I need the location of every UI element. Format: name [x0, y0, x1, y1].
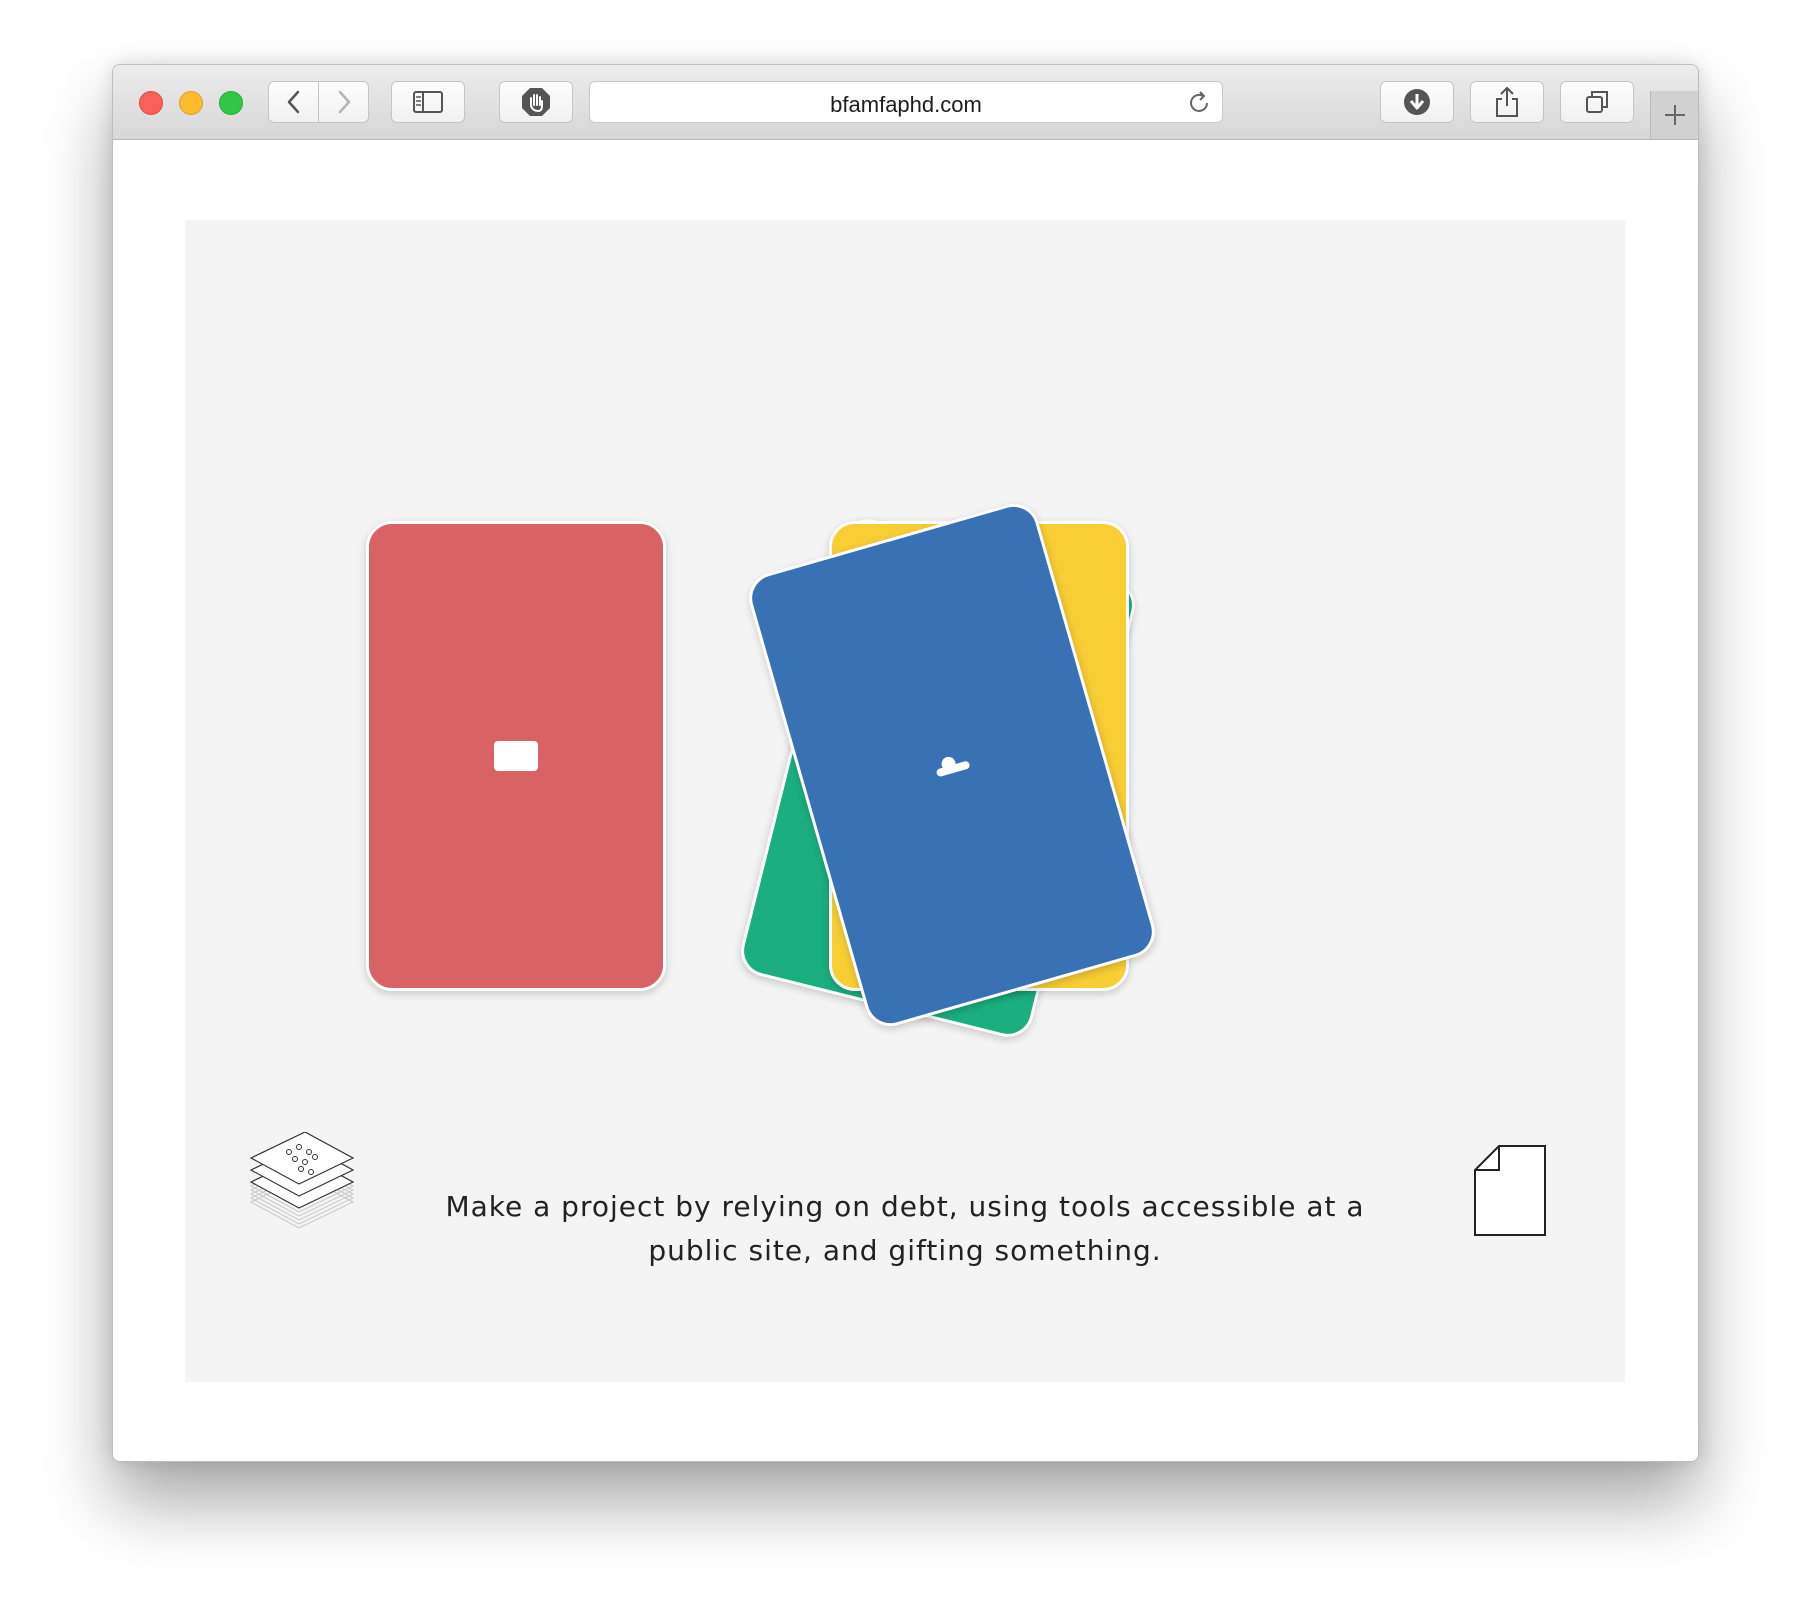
sidebar-icon [413, 91, 443, 113]
back-button[interactable] [268, 81, 319, 123]
tabs-overview-icon [1586, 91, 1608, 113]
close-window-button[interactable] [139, 91, 163, 115]
new-tab-button[interactable] [1650, 91, 1698, 139]
zoom-window-button[interactable] [219, 91, 243, 115]
card-deck-icon[interactable] [247, 1132, 357, 1244]
browser-window: bfamfaphd.com Make a project by relying … [112, 64, 1699, 1462]
cloud-icon [936, 756, 970, 777]
hand-stop-icon [522, 88, 550, 116]
address-bar[interactable]: bfamfaphd.com [589, 81, 1223, 123]
prompt-text: Make a project by relying on debt, using… [415, 1185, 1395, 1273]
prompt-line-1: Make a project by relying on debt, using… [445, 1190, 1365, 1223]
rectangle-icon [494, 741, 538, 771]
reload-icon [1190, 91, 1208, 112]
chevron-left-icon [287, 90, 299, 114]
tabs-overview-button[interactable] [1560, 81, 1634, 123]
share-button[interactable] [1470, 81, 1544, 123]
share-icon [1496, 86, 1518, 117]
red-card[interactable] [366, 521, 666, 991]
url-text: bfamfaphd.com [830, 92, 982, 117]
document-icon[interactable] [1473, 1145, 1547, 1237]
plus-icon [1665, 105, 1685, 125]
chevron-right-icon [338, 90, 350, 114]
reload-button[interactable] [1186, 90, 1212, 121]
page-content: Make a project by relying on debt, using… [113, 140, 1698, 1461]
download-icon [1404, 89, 1430, 115]
minimize-window-button[interactable] [179, 91, 203, 115]
prompt-line-2: public site, and gifting something. [648, 1234, 1162, 1267]
browser-toolbar: bfamfaphd.com [113, 65, 1698, 140]
forward-button[interactable] [319, 81, 369, 123]
extension-button[interactable] [499, 81, 573, 123]
sidebar-button[interactable] [391, 81, 465, 123]
downloads-button[interactable] [1380, 81, 1454, 123]
card-stage: Make a project by relying on debt, using… [185, 220, 1625, 1382]
